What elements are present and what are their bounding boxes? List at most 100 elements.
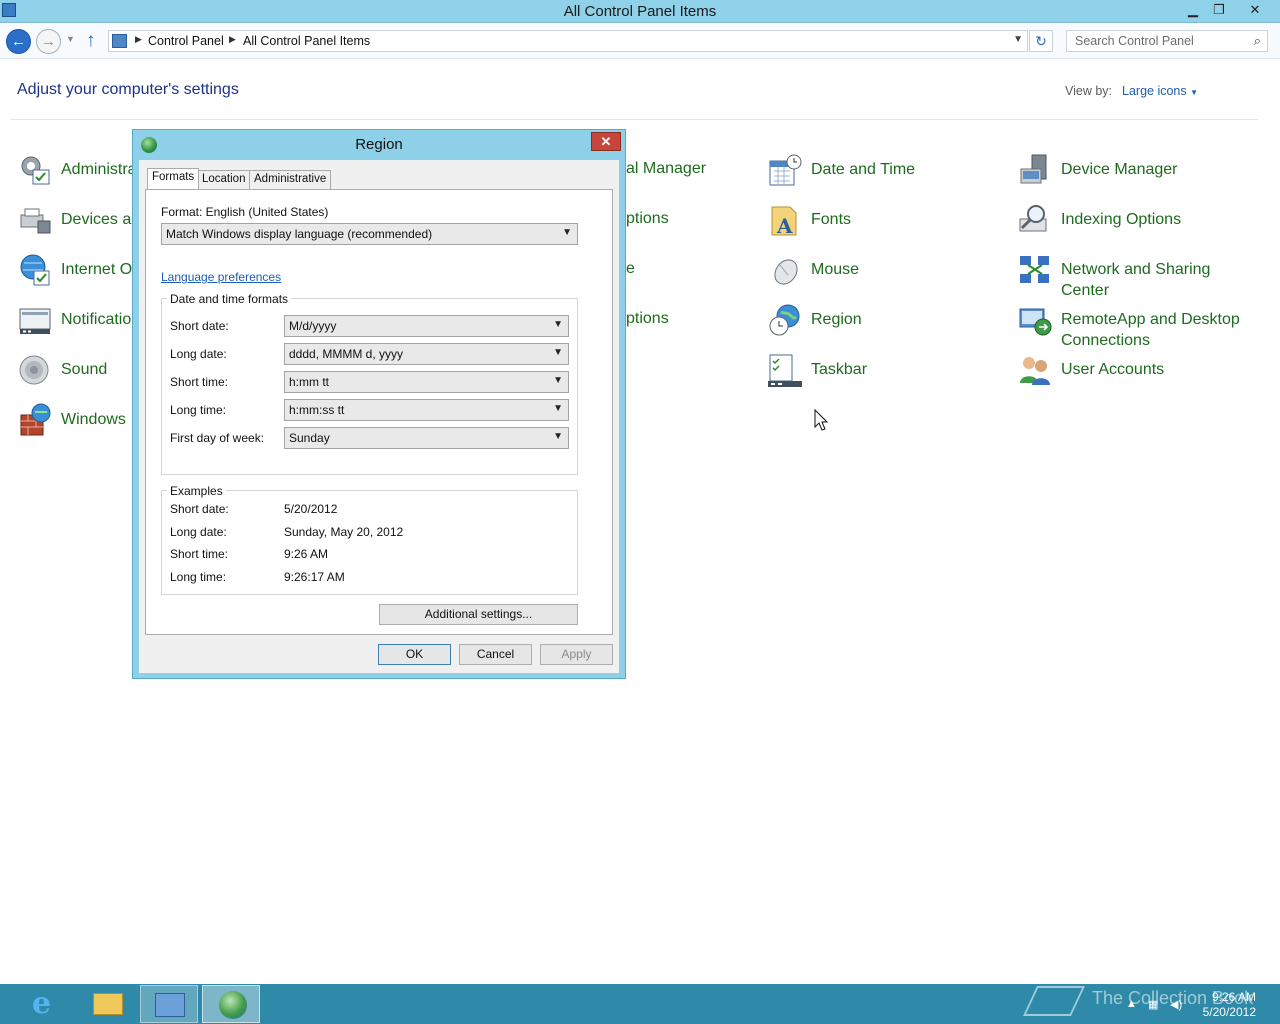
taskbar-control-panel[interactable]	[140, 985, 198, 1023]
taskbar-file-explorer[interactable]	[79, 985, 137, 1023]
example-short-date-label: Short date:	[170, 502, 229, 516]
system-clock[interactable]: 9:26 AM 5/20/2012	[1198, 990, 1256, 1020]
example-short-date-value: 5/20/2012	[284, 502, 338, 516]
minimize-button[interactable]: ▁	[1180, 0, 1206, 20]
folder-icon	[93, 993, 123, 1015]
breadcrumb-separator-icon[interactable]: ▶	[135, 34, 142, 45]
chevron-down-icon: ▼	[553, 347, 563, 358]
chevron-down-icon: ▼	[553, 431, 563, 442]
internet-explorer-icon: e	[32, 986, 52, 1021]
indexing-options-icon	[1019, 205, 1047, 232]
format-select[interactable]: Match Windows display language (recommen…	[161, 223, 578, 245]
taskbar-region[interactable]	[202, 985, 260, 1023]
cp-item-date-and-time[interactable]: Date and Time	[768, 153, 988, 197]
cp-item-region[interactable]: Region	[768, 303, 988, 347]
short-date-label: Short date:	[170, 319, 229, 333]
notification-area-icon	[19, 308, 51, 334]
long-time-label: Long time:	[170, 403, 227, 417]
date-time-formats-title: Date and time formats	[167, 292, 292, 306]
first-day-of-week-select[interactable]: Sunday ▼	[284, 427, 569, 449]
cancel-button[interactable]: Cancel	[459, 644, 532, 665]
cp-item-remoteapp-desktop-connections[interactable]: RemoteApp and Desktop Connections	[1018, 303, 1258, 349]
ok-button[interactable]: OK	[378, 644, 451, 665]
dialog-close-button[interactable]: ✕	[591, 132, 621, 151]
example-short-time-label: Short time:	[170, 547, 229, 561]
view-by-label: View by:	[1065, 84, 1113, 98]
cp-item-device-manager[interactable]: Device Manager	[1018, 153, 1258, 197]
address-dropdown-chevron-down-icon[interactable]: ▼	[1013, 34, 1023, 45]
language-preferences-link[interactable]: Language preferences	[161, 270, 281, 284]
breadcrumb-control-panel[interactable]: Control Panel	[148, 34, 224, 48]
view-by-dropdown[interactable]: Large icons ▼	[1122, 84, 1198, 98]
cp-item-taskbar[interactable]: Taskbar	[768, 353, 988, 397]
short-time-label: Short time:	[170, 375, 229, 389]
cp-item-network-sharing-center[interactable]: Network and Sharing Center	[1018, 253, 1258, 299]
cp-item-folder-options-partial[interactable]: ptions	[626, 210, 669, 228]
cp-item-devices-printers[interactable]: Devices an	[18, 203, 140, 247]
region-globe-icon	[219, 991, 247, 1019]
apply-button[interactable]: Apply	[540, 644, 613, 665]
show-hidden-icons-chevron-up-icon[interactable]: ▲	[1126, 998, 1137, 1010]
chevron-down-icon: ▼	[1190, 88, 1199, 97]
taskbar-internet-explorer[interactable]: e	[18, 985, 76, 1023]
cp-item-user-accounts[interactable]: User Accounts	[1018, 353, 1258, 397]
page-title: Adjust your computer's settings	[17, 81, 239, 98]
cp-item-administrative-tools[interactable]: Administra	[18, 153, 137, 197]
long-time-select[interactable]: h:mm:ss tt ▼	[284, 399, 569, 421]
recent-locations-chevron-down-icon[interactable]: ▼	[66, 34, 75, 44]
volume-icon[interactable]: ◀)	[1170, 998, 1182, 1011]
chevron-down-icon: ▼	[553, 375, 563, 386]
refresh-button[interactable]: ↻	[1029, 30, 1053, 52]
long-date-label: Long date:	[170, 347, 227, 361]
window-titlebar: All Control Panel Items ▁ ❐ ✕	[0, 0, 1280, 23]
date-time-icon	[769, 154, 802, 186]
chevron-down-icon: ▼	[553, 319, 563, 330]
back-button[interactable]: ←	[6, 29, 31, 54]
window-title: All Control Panel Items	[563, 3, 717, 20]
example-long-time-value: 9:26:17 AM	[284, 570, 345, 584]
search-icon[interactable]: ⌕	[1254, 33, 1261, 49]
cp-item-power-options-partial[interactable]: ptions	[626, 310, 669, 328]
windows-firewall-icon	[20, 403, 51, 436]
cp-item-internet-options[interactable]: Internet O	[18, 253, 132, 297]
tab-location[interactable]: Location	[197, 170, 251, 189]
sound-icon	[19, 355, 49, 385]
forward-button[interactable]: →	[36, 29, 61, 54]
cp-item-windows-firewall[interactable]: Windows	[18, 403, 132, 447]
cp-item-notification-area-icons[interactable]: Notificatio	[18, 303, 132, 347]
tab-formats[interactable]: Formats	[147, 168, 200, 189]
cp-item-mouse[interactable]: Mouse	[768, 253, 988, 297]
example-long-date-value: Sunday, May 20, 2012	[284, 525, 404, 539]
close-button[interactable]: ✕	[1238, 0, 1272, 20]
up-button[interactable]: ↑	[86, 30, 96, 52]
control-panel-icon	[155, 993, 185, 1017]
user-accounts-icon	[1020, 357, 1050, 385]
remoteapp-icon	[1019, 308, 1052, 336]
cp-item-fonts[interactable]: A Fonts	[768, 203, 988, 247]
cp-item-color-management-partial[interactable]: al Manager	[626, 160, 706, 178]
address-bar[interactable]: ▶ Control Panel ▶ All Control Panel Item…	[108, 30, 1028, 52]
breadcrumb-separator-icon[interactable]: ▶	[229, 34, 236, 45]
search-input[interactable]: Search Control Panel ⌕	[1066, 30, 1268, 52]
clock-date: 5/20/2012	[1202, 1005, 1256, 1019]
chevron-down-icon: ▼	[553, 403, 563, 414]
short-date-select[interactable]: M/d/yyyy ▼	[284, 315, 569, 337]
restore-button[interactable]: ❐	[1206, 0, 1232, 20]
first-day-of-week-label: First day of week:	[170, 431, 265, 445]
cp-item-language-partial[interactable]: e	[626, 260, 635, 278]
additional-settings-button[interactable]: Additional settings...	[379, 604, 578, 625]
fonts-icon: A	[771, 206, 797, 237]
long-date-select[interactable]: dddd, MMMM d, yyyy ▼	[284, 343, 569, 365]
examples-title: Examples	[167, 484, 226, 498]
tab-administrative[interactable]: Administrative	[249, 170, 332, 189]
cp-item-sound[interactable]: Sound	[18, 353, 132, 397]
breadcrumb-all-items[interactable]: All Control Panel Items	[243, 34, 370, 48]
search-placeholder: Search Control Panel	[1075, 34, 1194, 48]
network-icon[interactable]: ▦	[1148, 998, 1158, 1011]
short-time-select[interactable]: h:mm tt ▼	[284, 371, 569, 393]
cp-item-indexing-options[interactable]: Indexing Options	[1018, 203, 1258, 247]
mouse-cursor-icon	[814, 409, 828, 431]
dialog-body: Formats Location Administrative Format: …	[139, 160, 619, 673]
example-short-time-value: 9:26 AM	[284, 547, 329, 561]
format-label: Format: English (United States)	[161, 205, 329, 219]
